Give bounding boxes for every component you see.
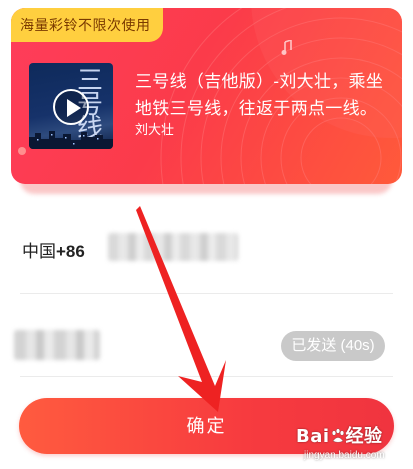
decorative-dot [18,147,26,155]
phone-number-field[interactable] [108,233,238,261]
song-title: 三号线（吉他版）-刘大壮，乘坐地铁三号线，往返于两点一线。 [135,72,384,118]
music-note-icon [281,40,292,55]
verification-code-row: 已发送 (40s) [0,318,413,374]
country-code: +86 [56,242,85,261]
watermark-logo: Bai 经验 [296,426,383,447]
country-code-selector[interactable]: 中国+86 [22,237,85,262]
phone-number-row: 中国+86 [0,215,413,285]
divider [20,293,393,294]
watermark-url: jingyan.baidu.com [304,450,385,461]
baidu-paw-icon [331,428,344,443]
page: 海量彩铃不限次使用 三号线 三号线（吉他版）-刘大壮，乘坐地铁三号线，往返于两点… [0,0,413,469]
country-name: 中国 [22,242,56,261]
resend-code-button[interactable]: 已发送 (40s) [281,331,385,361]
artist-name: 刘大壮 [135,122,175,137]
divider [20,376,393,377]
verification-code-field[interactable] [14,330,100,360]
unlimited-badge: 海量彩铃不限次使用 [11,8,163,42]
play-icon[interactable] [53,89,89,125]
album-cover[interactable]: 三号线 [29,63,113,149]
ringtone-card[interactable]: 海量彩铃不限次使用 三号线 三号线（吉他版）-刘大壮，乘坐地铁三号线，往返于两点… [11,8,402,184]
baidu-watermark: Bai 经验 jingyan.baidu.com [296,422,408,466]
